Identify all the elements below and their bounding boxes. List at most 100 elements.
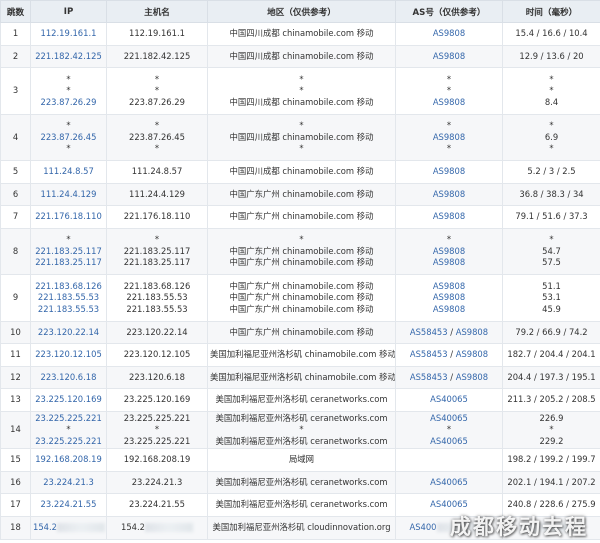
ip-link[interactable]: 223.120.12.105 — [35, 349, 102, 359]
table-row: 16 23.224.21.3 23.224.21.3 美国加利福尼亚州洛杉矶 cera… — [0, 470, 600, 495]
asn-link[interactable]: AS40065 — [430, 436, 468, 446]
time-cell: 198.2 / 199.2 / 199.7 — [502, 448, 600, 472]
asn-link[interactable]: AS58453 — [410, 372, 448, 382]
region-line: * — [210, 85, 393, 96]
asn-link[interactable]: AS9808 — [456, 327, 488, 337]
host-text: 221.183.25.117 — [123, 245, 191, 256]
ip-line: 112.19.161.1 — [33, 28, 104, 39]
ip-line: 223.120.22.14 — [33, 327, 104, 338]
asn-link[interactable]: AS40065 — [430, 394, 468, 404]
ip-link[interactable]: 221.183.55.53 — [38, 304, 99, 314]
asn-line: * — [398, 120, 500, 131]
region-text: * — [299, 73, 304, 84]
asn-link[interactable]: AS9808 — [433, 28, 465, 38]
host-cell: 23.225.225.221 * 23.225.225.221 — [106, 410, 208, 450]
host-text: 223.87.26.29 — [129, 96, 185, 107]
time-line: 240.8 / 228.6 / 275.9 — [505, 499, 598, 510]
ip-cell: 23.224.21.55 — [30, 493, 107, 517]
region-line: 中国广东广州 chinamobile.com 移动 — [210, 304, 393, 315]
ip-link[interactable]: 23.224.21.55 — [41, 499, 97, 509]
ip-link[interactable]: 192.168.208.19 — [35, 454, 102, 464]
region-line: 美国加利福尼亚州洛杉矶 ceranetworks.com — [210, 413, 393, 424]
ip-line: 223.87.26.29 — [33, 97, 104, 108]
time-text: 12.9 / 13.6 / 20 — [519, 50, 584, 61]
asn-link[interactable]: AS40065 — [430, 413, 468, 423]
table-header-row: 跳数 IP 主机名 地区（仅供参考） AS号（仅供参考） 时间（毫秒） — [0, 0, 600, 23]
time-line: 5.2 / 3 / 2.5 — [505, 166, 598, 177]
ip-cell: 221.182.42.125 — [30, 44, 107, 69]
asn-link[interactable]: AS9808 — [433, 211, 465, 221]
region-cell: 美国加利福尼亚州洛杉矶 ceranetworks.com — [207, 493, 396, 517]
ip-link[interactable]: 23.225.225.221 — [35, 413, 102, 423]
ip-link[interactable]: 221.182.42.125 — [35, 51, 102, 61]
ip-link[interactable]: 221.176.18.110 — [35, 211, 102, 221]
ip-link[interactable]: 221.183.68.126 — [35, 281, 102, 291]
asn-link[interactable]: AS9808 — [433, 292, 465, 302]
region-cell: * 中国广东广州 chinamobile.com 移动 中国广东广州 chinamo… — [207, 227, 396, 276]
ip-link[interactable]: 154.2 — [33, 522, 57, 532]
ip-link[interactable]: 223.120.22.14 — [38, 327, 99, 337]
time-cell: 182.7 / 204.4 / 204.1 — [502, 343, 600, 367]
ip-link[interactable]: 223.87.26.29 — [41, 97, 97, 107]
asn-link[interactable]: AS9808 — [433, 257, 465, 267]
region-text: 美国加利福尼亚州洛杉矶 cloudinnovation.org — [212, 522, 391, 532]
region-line: 中国四川成都 chinamobile.com 移动 — [210, 28, 393, 39]
asn-placeholder: * — [446, 85, 452, 96]
region-line: * — [210, 120, 393, 131]
asn-link[interactable]: AS9808 — [433, 246, 465, 256]
ip-link[interactable]: 23.225.120.169 — [35, 394, 102, 404]
asn-cell: * * AS9808 — [395, 67, 503, 115]
ip-cell: 112.19.161.1 — [30, 22, 107, 46]
region-line: 中国广东广州 chinamobile.com 移动 — [210, 246, 393, 257]
table-row: 7 221.176.18.110 221.176.18.110 中国广东广州 chin… — [0, 205, 600, 229]
asn-link[interactable]: AS9808 — [433, 281, 465, 291]
table-row: 1 112.19.161.1 112.19.161.1 中国四川成都 chinamob… — [0, 22, 600, 46]
ip-link[interactable]: 221.183.25.117 — [35, 257, 102, 267]
ip-link[interactable]: 111.24.4.129 — [41, 189, 97, 199]
host-line: 112.19.161.1 — [109, 28, 205, 39]
asn-link[interactable]: AS9808 — [456, 372, 488, 382]
table-row: 2 221.182.42.125 221.182.42.125 中国四川成都 chin… — [0, 44, 600, 69]
asn-link[interactable]: AS9808 — [433, 189, 465, 199]
ip-link[interactable]: 221.183.25.117 — [35, 246, 102, 256]
time-line: * — [505, 120, 598, 131]
asn-link[interactable]: AS9808 — [433, 304, 465, 314]
asn-link[interactable]: AS9808 — [433, 166, 465, 176]
host-text: 221.183.55.53 — [126, 292, 188, 303]
host-line: * — [109, 424, 205, 435]
asn-cell: AS9808 — [395, 205, 503, 229]
header-time: 时间（毫秒） — [502, 0, 600, 23]
redacted-blur — [56, 523, 105, 532]
hop-number: 15 — [0, 448, 31, 472]
host-line: 23.225.120.169 — [109, 394, 205, 405]
asn-link[interactable]: AS40065 — [430, 477, 468, 487]
host-text: 221.176.18.110 — [123, 211, 191, 222]
ip-link[interactable]: 111.24.8.57 — [43, 166, 94, 176]
asn-link[interactable]: AS400 — [409, 522, 436, 532]
ip-link[interactable]: 221.183.55.53 — [38, 292, 99, 302]
asn-cell: AS40065 * AS40065 — [395, 410, 503, 450]
asn-link[interactable]: AS9808 — [433, 97, 465, 107]
host-cell: 223.120.22.14 — [106, 320, 208, 345]
hop-number: 17 — [0, 493, 31, 517]
time-text: 8.4 — [544, 96, 559, 107]
asn-link[interactable]: AS9808 — [433, 132, 465, 142]
asn-link[interactable]: AS58453 — [410, 349, 448, 359]
ip-link[interactable]: 23.225.225.221 — [35, 436, 102, 446]
ip-link[interactable]: 23.224.21.3 — [43, 477, 94, 487]
region-text: 中国广东广州 chinamobile.com 移动 — [229, 257, 374, 268]
ip-link[interactable]: 112.19.161.1 — [41, 28, 97, 38]
asn-link[interactable]: AS9808 — [433, 51, 465, 61]
time-line: 226.9 — [505, 413, 598, 424]
host-line: 223.120.22.14 — [109, 327, 205, 338]
hop-number: 8 — [0, 227, 31, 276]
time-cell: 79.2 / 66.9 / 74.2 — [502, 320, 600, 345]
asn-link[interactable]: AS9808 — [456, 349, 488, 359]
asn-link[interactable]: AS40065 — [430, 499, 468, 509]
hop-number: 16 — [0, 470, 31, 495]
ip-link[interactable]: 223.120.6.18 — [41, 372, 97, 382]
host-cell: 23.225.120.169 — [106, 388, 208, 412]
ip-link[interactable]: 223.87.26.45 — [41, 132, 97, 142]
asn-link[interactable]: AS58453 — [410, 327, 448, 337]
redacted-blur — [436, 523, 489, 532]
